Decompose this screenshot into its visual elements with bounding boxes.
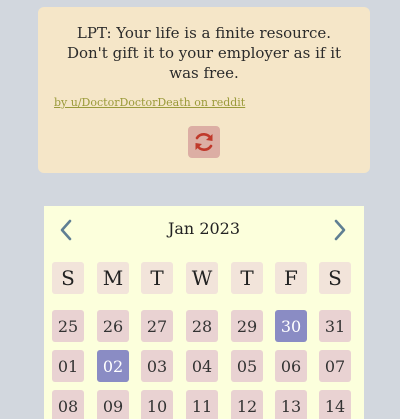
chevron-right-icon xyxy=(334,219,346,241)
weekday-header: M xyxy=(97,262,129,294)
calendar: Jan 2023 S M T W T F S 25 26 27 28 29 30 31 01 02 03 04 05… xyxy=(44,206,364,419)
day-cell[interactable]: 06 xyxy=(275,350,307,382)
day-cell[interactable]: 04 xyxy=(186,350,218,382)
quote-line: LPT: Your life is a finite resource. xyxy=(76,24,332,42)
weekday-header: S xyxy=(319,262,351,294)
refresh-button[interactable] xyxy=(188,126,220,158)
day-cell[interactable]: 25 xyxy=(52,310,84,342)
day-cell[interactable]: 10 xyxy=(141,390,173,419)
day-cell[interactable]: 07 xyxy=(319,350,351,382)
weekday-header: S xyxy=(52,262,84,294)
day-cell-selected[interactable]: 30 xyxy=(275,310,307,342)
quote-line: Don't gift it to your employer as if it xyxy=(66,44,342,62)
day-cell[interactable]: 05 xyxy=(231,350,263,382)
refresh-icon xyxy=(195,133,213,151)
quote-text: LPT: Your life is a finite resource. Don… xyxy=(48,23,360,83)
day-cell[interactable]: 12 xyxy=(231,390,263,419)
day-cell[interactable]: 28 xyxy=(186,310,218,342)
weekday-header: W xyxy=(186,262,218,294)
day-cell[interactable]: 13 xyxy=(275,390,307,419)
day-cell[interactable]: 14 xyxy=(319,390,351,419)
day-cell-selected[interactable]: 02 xyxy=(97,350,129,382)
day-cell[interactable]: 08 xyxy=(52,390,84,419)
day-cell[interactable]: 31 xyxy=(319,310,351,342)
weekday-header: T xyxy=(141,262,173,294)
quote-source-link[interactable]: by u/DoctorDoctorDeath on reddit xyxy=(54,96,245,109)
day-cell[interactable]: 26 xyxy=(97,310,129,342)
next-month-button[interactable] xyxy=(329,218,351,242)
day-cell[interactable]: 03 xyxy=(141,350,173,382)
month-title: Jan 2023 xyxy=(167,219,241,238)
weekday-header: F xyxy=(275,262,307,294)
weekday-header: T xyxy=(231,262,263,294)
day-cell[interactable]: 01 xyxy=(52,350,84,382)
quote-card: LPT: Your life is a finite resource. Don… xyxy=(38,7,370,173)
day-cell[interactable]: 09 xyxy=(97,390,129,419)
day-cell[interactable]: 11 xyxy=(186,390,218,419)
quote-line: was free. xyxy=(169,64,239,82)
day-cell[interactable]: 29 xyxy=(231,310,263,342)
day-cell[interactable]: 27 xyxy=(141,310,173,342)
